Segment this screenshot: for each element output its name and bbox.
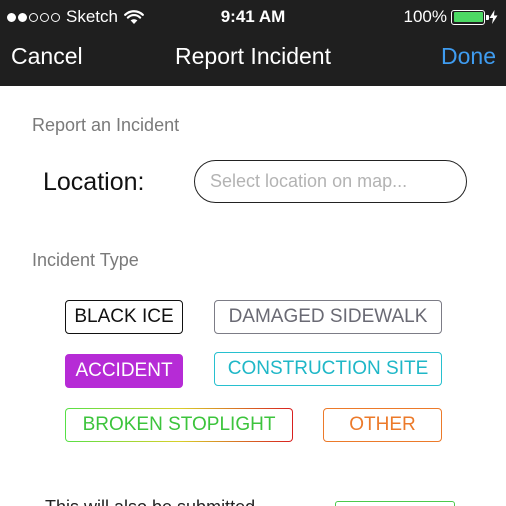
charging-bolt-icon: [489, 10, 498, 24]
battery-fill: [453, 12, 483, 22]
incident-type-other[interactable]: OTHER: [323, 408, 442, 442]
incident-type-accident[interactable]: ACCIDENT: [65, 354, 183, 388]
battery-percent: 100%: [403, 7, 447, 26]
navigation-bar: Cancel Report Incident Done: [0, 36, 506, 86]
submission-note: This will also be submitted: [45, 497, 255, 506]
battery-icon: [451, 9, 489, 25]
page-title: Report Incident: [175, 43, 331, 69]
submission-toggle-button[interactable]: [335, 501, 455, 506]
done-button[interactable]: Done: [441, 43, 496, 70]
incident-type-broken-stoplight[interactable]: BROKEN STOPLIGHT: [65, 408, 293, 442]
incident-type-construction-site[interactable]: CONSTRUCTION SITE: [214, 352, 442, 386]
location-input[interactable]: [194, 160, 467, 203]
status-right: 100%: [404, 7, 498, 27]
location-label: Location:: [43, 168, 145, 196]
report-section-heading: Report an Incident: [32, 115, 180, 135]
status-bar: Sketch 9:41 AM 100%: [0, 0, 506, 36]
incident-type-damaged-sidewalk[interactable]: DAMAGED SIDEWALK: [214, 300, 442, 334]
incident-type-heading: Incident Type: [32, 250, 139, 270]
incident-type-black-ice[interactable]: BLACK ICE: [65, 300, 183, 334]
